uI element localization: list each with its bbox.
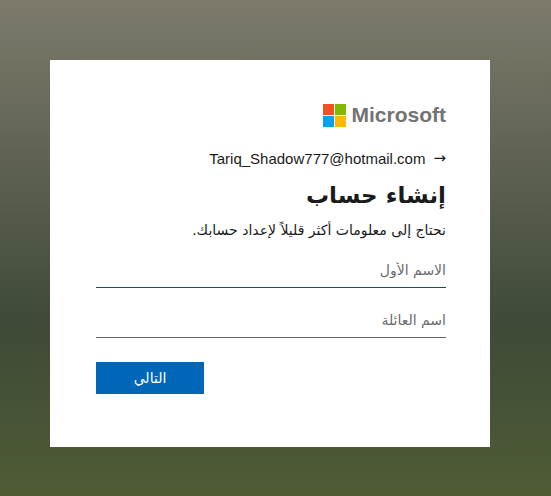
windows-squares-icon — [323, 104, 346, 127]
first-name-input[interactable] — [96, 252, 446, 288]
page-title: إنشاء حساب — [96, 181, 446, 211]
account-row[interactable]: → Tariq_Shadow777@hotmail.com — [96, 149, 446, 167]
back-arrow-icon[interactable]: → — [433, 149, 446, 167]
account-email: Tariq_Shadow777@hotmail.com — [209, 150, 425, 167]
signup-card: Microsoft → Tariq_Shadow777@hotmail.com إنش… — [50, 60, 490, 447]
actions: التالي — [96, 362, 446, 394]
logo-text: Microsoft — [352, 103, 447, 127]
microsoft-logo: Microsoft — [96, 103, 446, 127]
page-subtitle: نحتاج إلى معلومات أكثر قليلاً لإعداد حسا… — [96, 221, 446, 241]
name-fields — [96, 252, 446, 338]
next-button[interactable]: التالي — [96, 362, 204, 394]
last-name-input[interactable] — [96, 302, 446, 338]
background-photo: Microsoft → Tariq_Shadow777@hotmail.com إنش… — [0, 0, 551, 496]
